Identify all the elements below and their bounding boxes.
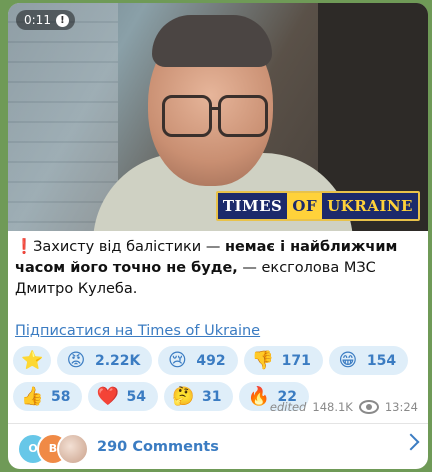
video-timer[interactable]: 0:11 ! bbox=[16, 10, 75, 30]
reaction-angry[interactable]: 😡 2.22K bbox=[57, 346, 153, 375]
thinking-face-icon: 🤔 bbox=[171, 385, 195, 407]
reaction-count: 171 bbox=[281, 352, 311, 369]
eye-icon bbox=[358, 400, 379, 414]
video-timer-text: 0:11 bbox=[24, 13, 51, 27]
message-meta: edited 148.1K 13:24 bbox=[270, 400, 418, 414]
reaction-grinning[interactable]: 😁 154 bbox=[328, 346, 409, 375]
chevron-right-icon bbox=[402, 433, 420, 451]
message-time: 13:24 bbox=[384, 400, 418, 414]
video-background-window bbox=[8, 3, 118, 231]
grinning-face-icon: 😁 bbox=[338, 349, 358, 371]
thumbs-up-icon: 👍 bbox=[21, 385, 44, 407]
reaction-thinking[interactable]: 🤔 31 bbox=[163, 382, 234, 411]
reaction-thumbs-up[interactable]: 👍 58 bbox=[13, 382, 83, 411]
speaker-hair bbox=[152, 15, 272, 67]
post-text-part1: Захисту від балістики — bbox=[33, 239, 225, 255]
reaction-count: 492 bbox=[196, 352, 226, 369]
comments-label: 290 Comments bbox=[97, 438, 219, 455]
reaction-count: 2.22K bbox=[95, 352, 141, 369]
reaction-count: 31 bbox=[201, 388, 222, 405]
video-player[interactable]: 0:11 ! TIMES OF UKRAINE bbox=[8, 3, 428, 231]
thumbs-down-icon: 👎 bbox=[251, 349, 275, 371]
glasses-left-lens bbox=[162, 95, 212, 137]
avatar bbox=[57, 432, 89, 465]
edited-label: edited bbox=[269, 400, 307, 414]
subscribe-link[interactable]: Підписатися на Times of Ukraine bbox=[15, 323, 260, 339]
glasses-right-lens bbox=[218, 95, 268, 137]
muted-icon[interactable]: ! bbox=[55, 13, 69, 27]
star-icon: ⭐ bbox=[21, 349, 44, 371]
commenter-avatars: O B bbox=[17, 431, 93, 465]
reaction-thumbs-down[interactable]: 👎 171 bbox=[243, 346, 323, 375]
fire-icon: 🔥 bbox=[247, 385, 270, 407]
logo-of: OF bbox=[287, 193, 323, 219]
post-text: ❗Захисту від балістики — немає і найближ… bbox=[15, 237, 421, 300]
reaction-count: 54 bbox=[126, 388, 146, 405]
exclamation-icon: ❗ bbox=[15, 239, 34, 255]
logo-ukraine: UKRAINE bbox=[327, 197, 413, 215]
glasses-bridge bbox=[209, 107, 221, 110]
reaction-heart[interactable]: ❤️ 54 bbox=[88, 382, 158, 411]
reaction-star[interactable]: ⭐ bbox=[13, 346, 51, 375]
view-count: 148.1K bbox=[312, 400, 353, 414]
reaction-count: 58 bbox=[51, 388, 71, 405]
reactions-row-1: ⭐ 😡 2.22K 😢 492 👎 171 😁 154 bbox=[13, 346, 423, 375]
message-card: 0:11 ! TIMES OF UKRAINE ❗Захисту від бал… bbox=[8, 3, 428, 469]
angry-face-icon: 😡 bbox=[66, 349, 86, 371]
reaction-count: 154 bbox=[366, 352, 397, 369]
heart-icon: ❤️ bbox=[96, 385, 119, 407]
crying-face-icon: 😢 bbox=[168, 349, 187, 371]
logo-times: TIMES bbox=[222, 197, 283, 215]
comments-button[interactable]: O B 290 Comments bbox=[8, 424, 428, 469]
times-of-ukraine-logo: TIMES OF UKRAINE bbox=[215, 191, 420, 221]
reaction-crying[interactable]: 😢 492 bbox=[158, 346, 238, 375]
